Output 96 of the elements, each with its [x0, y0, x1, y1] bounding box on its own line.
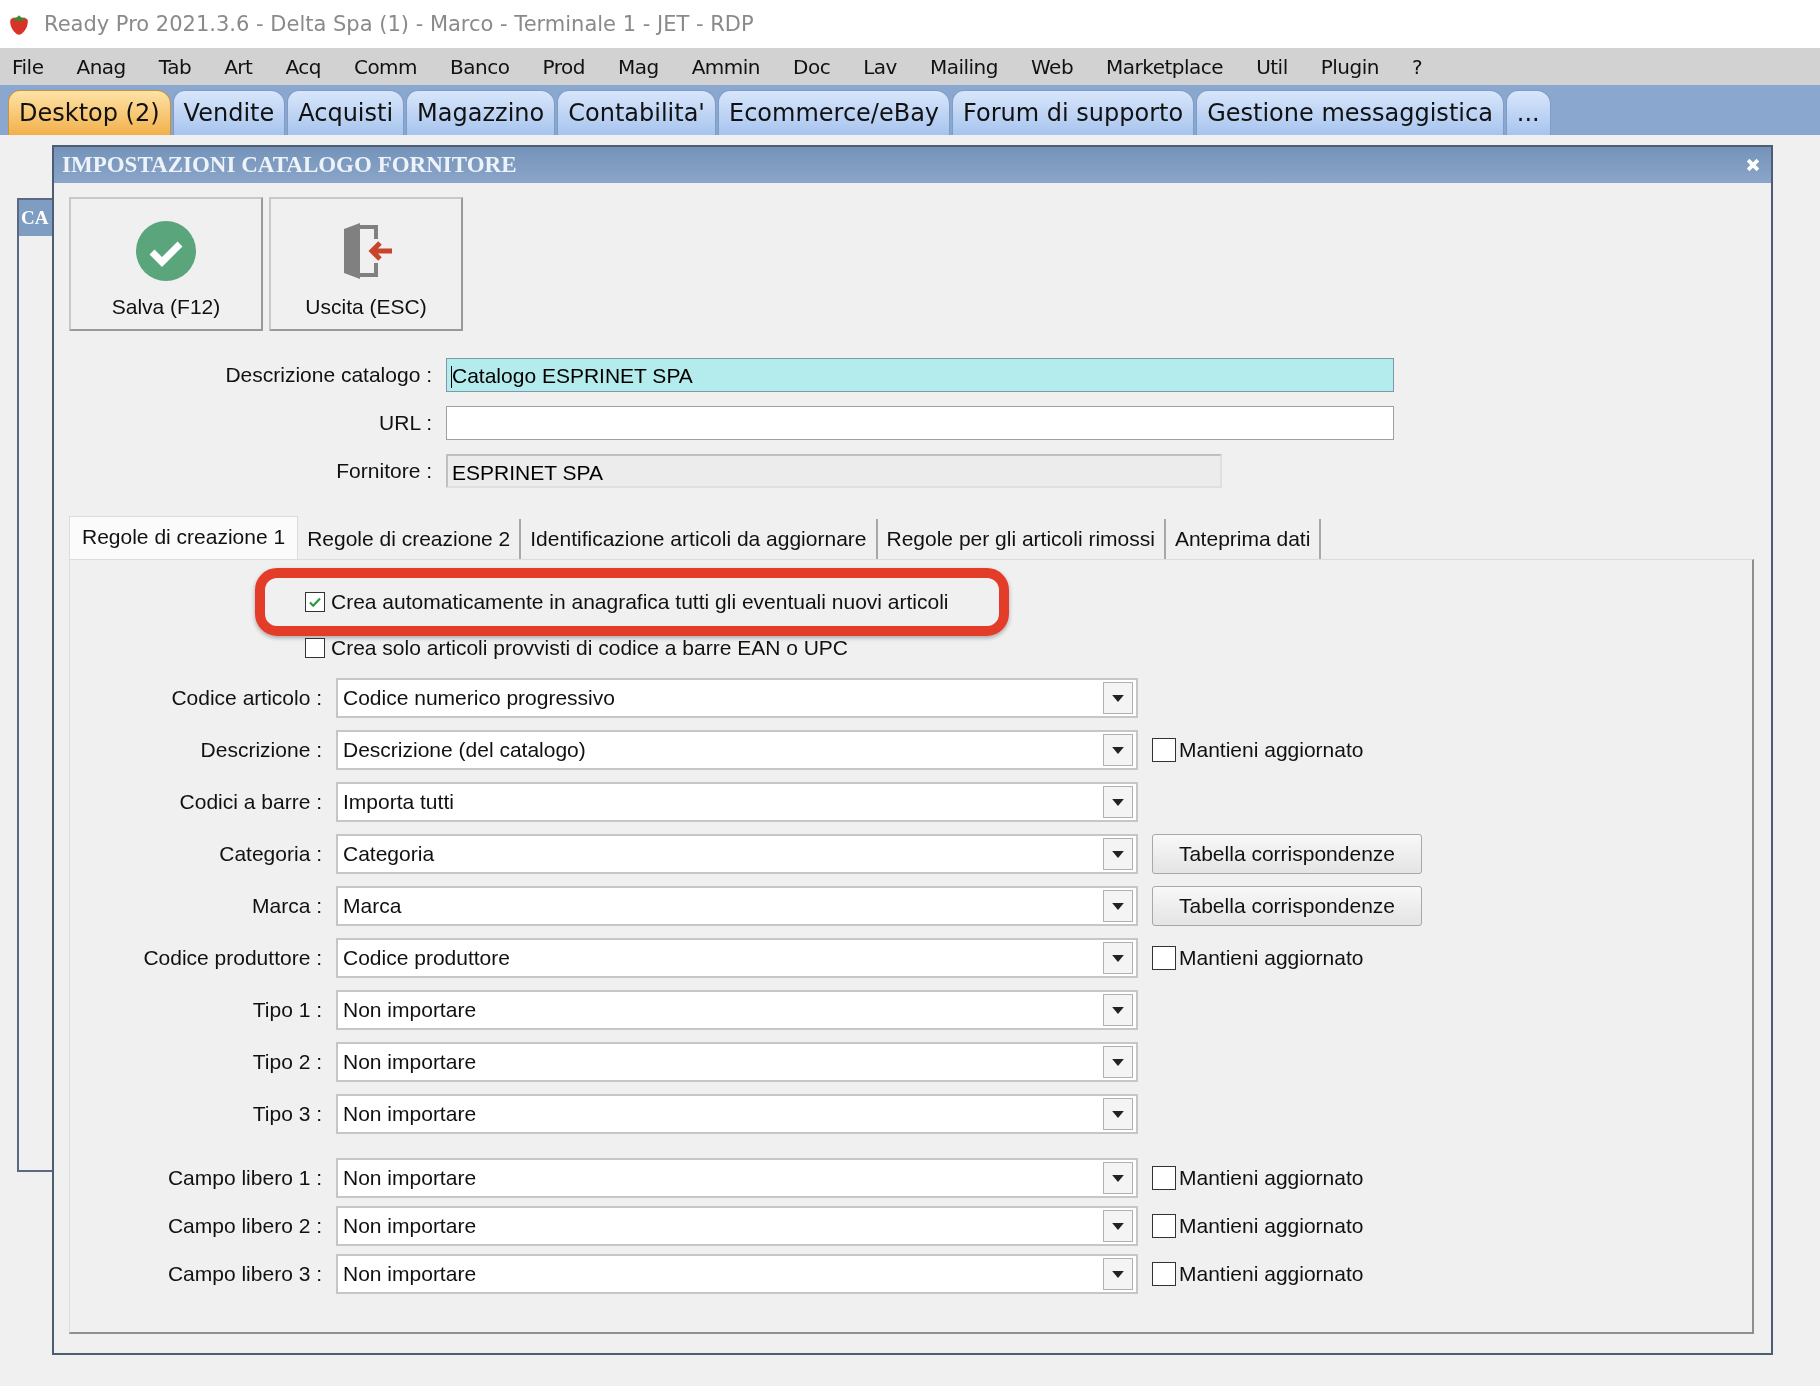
dropdown-field[interactable]: Codice numerico progressivo — [336, 678, 1138, 718]
dropdown-field[interactable]: Non importare — [336, 1254, 1138, 1294]
checkbox[interactable] — [305, 592, 325, 612]
caret-icon — [1112, 1270, 1124, 1278]
field-label: Tipo 3 : — [251, 1102, 322, 1126]
menu-item[interactable]: Lav — [863, 54, 897, 79]
dropdown-field[interactable]: Non importare — [336, 1094, 1138, 1134]
menu-item[interactable]: Acq — [285, 54, 321, 79]
app-tab[interactable]: ... — [1505, 90, 1551, 135]
mapping-table-button[interactable]: Tabella corrispondenze — [1152, 886, 1422, 926]
field-label: Tipo 2 : — [251, 1050, 322, 1074]
checkbox-label: Mantieni aggiornato — [1179, 738, 1364, 762]
dropdown-field[interactable]: Non importare — [336, 1042, 1138, 1082]
caret-icon — [1112, 746, 1124, 754]
field-label: Codici a barre : — [178, 790, 322, 814]
app-tab[interactable]: Ecommerce/eBay — [717, 90, 951, 135]
tab[interactable]: Regole per gli articoli rimossi — [877, 519, 1166, 559]
dropdown-field[interactable]: Categoria — [336, 834, 1138, 874]
dropdown-field[interactable]: Descrizione (del catalogo) — [336, 730, 1138, 770]
caret-icon — [1112, 954, 1124, 962]
checkbox-label: Mantieni aggiornato — [1179, 1214, 1364, 1238]
menu-item[interactable]: Tab — [158, 54, 192, 79]
field-label: Codice articolo : — [170, 686, 322, 710]
tab[interactable]: Regole di creazione 1 — [69, 516, 299, 559]
app-tab[interactable]: Desktop (2) — [8, 90, 171, 135]
checkbox[interactable] — [305, 638, 325, 658]
field-label: Codice produttore : — [142, 946, 322, 970]
field-label: URL : — [378, 411, 432, 435]
field-label: Categoria : — [218, 842, 322, 866]
caret-icon — [1112, 798, 1124, 806]
dropdown-field[interactable]: Non importare — [336, 1206, 1138, 1246]
caret-icon — [1112, 1222, 1124, 1230]
checkbox[interactable] — [1152, 738, 1176, 762]
menu-item[interactable]: ? — [1411, 54, 1423, 79]
dropdown-field[interactable]: Codice produttore — [336, 938, 1138, 978]
field-label: Fornitore : — [335, 459, 432, 483]
menu-item[interactable]: Ammin — [691, 54, 761, 79]
field-label: Campo libero 3 : — [166, 1262, 322, 1286]
app-tab[interactable]: Gestione messaggistica — [1196, 90, 1504, 135]
field-label: Descrizione catalogo : — [224, 363, 432, 387]
menu-item[interactable]: Doc — [793, 54, 831, 79]
input-field: ESPRINET SPA — [446, 454, 1222, 488]
checkbox[interactable] — [1152, 1166, 1176, 1190]
caret-icon — [1112, 1110, 1124, 1118]
exit-button[interactable]: Uscita (ESC) — [269, 197, 463, 331]
menu-item[interactable]: Banco — [450, 54, 510, 79]
caret-icon — [1112, 1006, 1124, 1014]
menu-item[interactable]: Marketplace — [1106, 54, 1224, 79]
app-tab[interactable]: Contabilita' — [557, 90, 716, 135]
caret-icon — [1112, 1174, 1124, 1182]
app-tab[interactable]: Forum di supporto — [952, 90, 1195, 135]
field-label: Campo libero 1 : — [166, 1166, 322, 1190]
menu-item[interactable]: Art — [224, 54, 253, 79]
field-label: Descrizione : — [199, 738, 322, 762]
input-field[interactable] — [446, 406, 1394, 440]
checkbox[interactable] — [1152, 1262, 1176, 1286]
dropdown-field[interactable]: Non importare — [336, 1158, 1138, 1198]
field-label: Marca : — [251, 894, 322, 918]
checkmark-circle-icon — [136, 221, 196, 281]
dropdown-field[interactable]: Non importare — [336, 990, 1138, 1030]
caret-icon — [1112, 694, 1124, 702]
checkbox-label: Crea solo articoli provvisti di codice a barre EAN o UPC — [331, 636, 849, 660]
app-tab[interactable]: Vendite — [172, 90, 286, 135]
checkbox[interactable] — [1152, 1214, 1176, 1238]
checkbox-label: Mantieni aggiornato — [1179, 946, 1364, 970]
app-tab[interactable]: Acquisti — [287, 90, 405, 135]
checkbox-label: Crea automaticamente in anagrafica tutti gli eventuali nuovi articoli — [331, 590, 949, 614]
caret-icon — [1112, 850, 1124, 858]
save-button[interactable]: Salva (F12) — [69, 197, 263, 331]
window-title: Ready Pro 2021.3.6 - Delta Spa (1) - Marco - Terminale 1 - JET - RDP — [44, 12, 754, 36]
field-label: Campo libero 2 : — [166, 1214, 322, 1238]
menu-item[interactable]: Plugin — [1320, 54, 1379, 79]
tab[interactable]: Anteprima dati — [1165, 519, 1322, 559]
menu-item[interactable]: Mailing — [929, 54, 998, 79]
menu-item[interactable]: File — [12, 54, 44, 79]
field-label: Tipo 1 : — [251, 998, 322, 1022]
checkbox[interactable] — [1152, 946, 1176, 970]
window-title: CA — [21, 207, 49, 229]
checkbox-label: Mantieni aggiornato — [1179, 1262, 1364, 1286]
input-field[interactable]: Catalogo ESPRINET SPA — [446, 358, 1394, 392]
menu-item[interactable]: Anag — [76, 54, 126, 79]
menu-item[interactable]: Web — [1030, 54, 1074, 79]
tab[interactable]: Regole di creazione 2 — [298, 519, 522, 559]
mapping-table-button[interactable]: Tabella corrispondenze — [1152, 834, 1422, 874]
menu-item[interactable]: Comm — [353, 54, 418, 79]
menu-item[interactable]: Mag — [617, 54, 659, 79]
checkbox-label: Mantieni aggiornato — [1179, 1166, 1364, 1190]
dropdown-field[interactable]: Importa tutti — [336, 782, 1138, 822]
menu-item[interactable]: Prod — [542, 54, 585, 79]
app-tab[interactable]: Magazzino — [406, 90, 556, 135]
caret-icon — [1112, 902, 1124, 910]
dropdown-field[interactable]: Marca — [336, 886, 1138, 926]
caret-icon — [1112, 1058, 1124, 1066]
menu-item[interactable]: Util — [1256, 54, 1288, 79]
dialog-title: IMPOSTAZIONI CATALOGO FORNITORE — [62, 152, 517, 178]
tab[interactable]: Identificazione articoli da aggiornare — [521, 519, 878, 559]
